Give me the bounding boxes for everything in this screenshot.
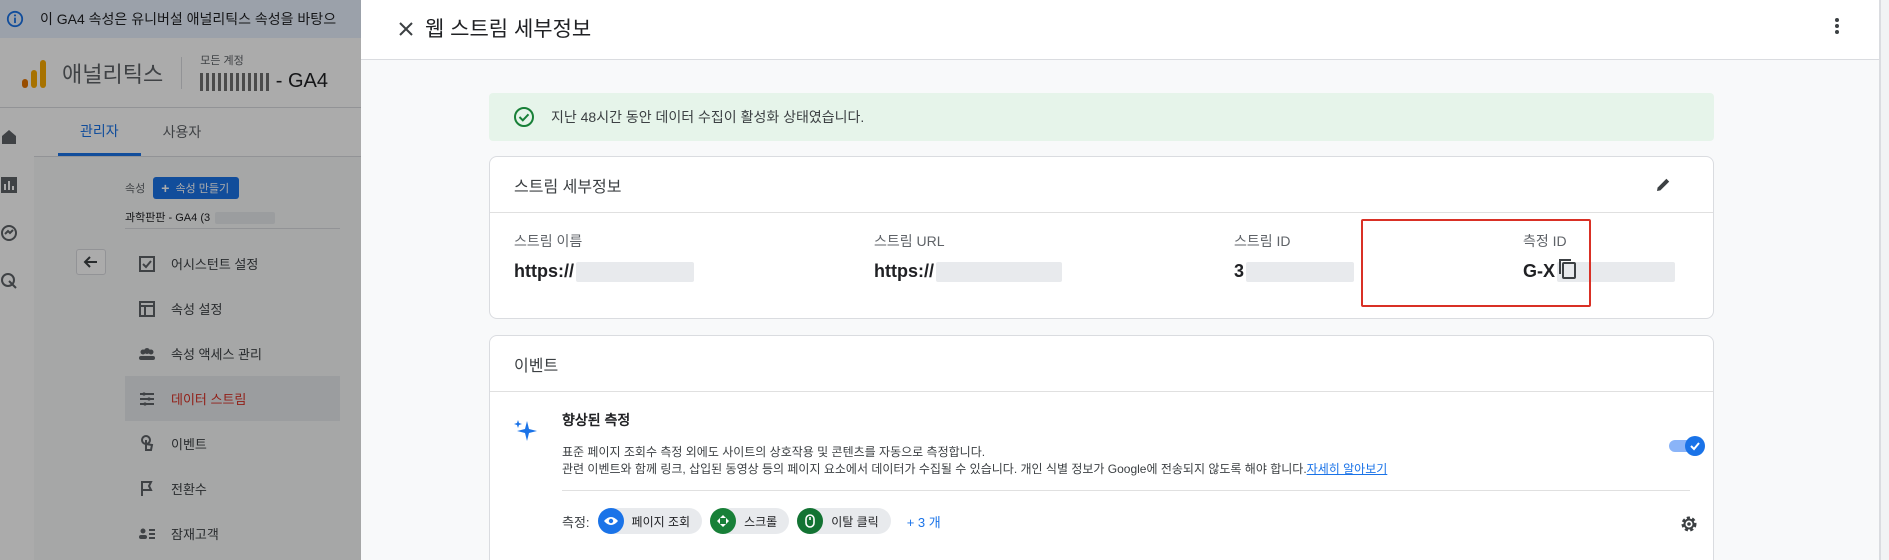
check-circle-icon [514,107,534,127]
chip-outbound-clicks[interactable]: 이탈 클릭 [797,508,891,534]
redacted-stream-name [576,261,694,282]
copy-icon [1559,259,1576,279]
pencil-icon [1657,178,1670,191]
description-line-2-text: 관련 이벤트와 함께 링크, 삽입된 동영상 등의 페이지 요소에서 데이터가 … [562,462,1307,476]
chip-label: 이탈 클릭 [831,514,879,529]
stream-name-field: 스트림 이름 https:// [514,231,694,282]
drawer-header: 웹 스트림 세부정보 [361,0,1879,60]
enhanced-measurement-toggle[interactable] [1669,436,1705,456]
stream-name-label: 스트림 이름 [514,233,583,249]
stream-details-title: 스트림 세부정보 [514,178,622,196]
close-icon [399,22,413,36]
stream-id-value[interactable]: 3 [1234,261,1355,282]
enhanced-measurement-description: 표준 페이지 조회수 측정 외에도 사이트의 상호작용 및 콘텐츠를 자동으로 … [562,444,1387,478]
stream-id-field: 스트림 ID 3 [1234,231,1355,282]
more-vert-icon [1835,18,1839,34]
edit-stream-button[interactable] [1651,173,1675,197]
more-measurements-link[interactable]: + 3 개 [907,512,941,531]
events-card: 이벤트 향상된 측정 표준 페이지 조회수 측정 외에도 사이트의 상호작용 및… [489,335,1714,560]
gear-icon [1681,516,1697,532]
stream-url-field: 스트림 URL https:// [874,231,1062,282]
more-options-button[interactable] [1825,14,1849,38]
chip-label: 스크롤 [744,514,778,529]
redacted-stream-url [936,261,1062,282]
mouse-icon [797,508,824,534]
stream-name-value[interactable]: https:// [514,261,694,282]
redacted-stream-id [1246,261,1355,282]
toggle-knob [1685,436,1705,456]
eye-icon [597,508,624,534]
drawer-title: 웹 스트림 세부정보 [425,18,592,41]
events-divider [562,490,1690,491]
status-message: 지난 48시간 동안 데이터 수집이 활성화 상태였습니다. [551,109,865,125]
chip-scrolls[interactable]: 스크롤 [710,508,790,534]
description-line-2: 관련 이벤트와 함께 링크, 삽입된 동영상 등의 페이지 요소에서 데이터가 … [562,461,1387,478]
scroll-edge [1880,0,1889,560]
chip-label: 페이지 조회 [631,514,691,529]
description-line-1: 표준 페이지 조회수 측정 외에도 사이트의 상호작용 및 콘텐츠를 자동으로 … [562,445,986,459]
stream-url-label: 스트림 URL [874,233,945,249]
enhanced-measurement-settings-button[interactable] [1677,512,1701,536]
measure-label: 측정: [562,514,590,530]
stream-details-header: 스트림 세부정보 [490,157,1713,213]
events-title: 이벤트 [514,357,559,375]
close-button[interactable] [391,14,421,44]
web-stream-details-drawer: 웹 스트림 세부정보 지난 48시간 동안 데이터 수집이 활성화 상태였습니다… [361,0,1880,560]
learn-more-link[interactable]: 자세히 알아보기 [1307,462,1388,476]
stream-url-value[interactable]: https:// [874,261,1062,282]
events-header: 이벤트 [490,336,1713,392]
copy-measurement-id-button[interactable] [1554,256,1580,282]
enhanced-measurement-title: 향상된 측정 [562,412,631,428]
modal-scrim[interactable] [0,0,361,560]
stream-url-text: https:// [874,261,934,281]
stream-id-label: 스트림 ID [1234,233,1291,249]
collection-status-banner: 지난 48시간 동안 데이터 수집이 활성화 상태였습니다. [489,93,1714,141]
measurement-chips-row: 측정: 페이지 조회 스크롤 이탈 클릭 + 3 개 [562,508,941,534]
checkmark-icon [1690,442,1700,451]
stream-id-text: 3 [1234,261,1245,281]
chip-page-views[interactable]: 페이지 조회 [597,508,703,534]
scroll-icon [710,508,737,534]
sparkle-icon [514,420,537,441]
stream-name-text: https:// [514,261,574,281]
